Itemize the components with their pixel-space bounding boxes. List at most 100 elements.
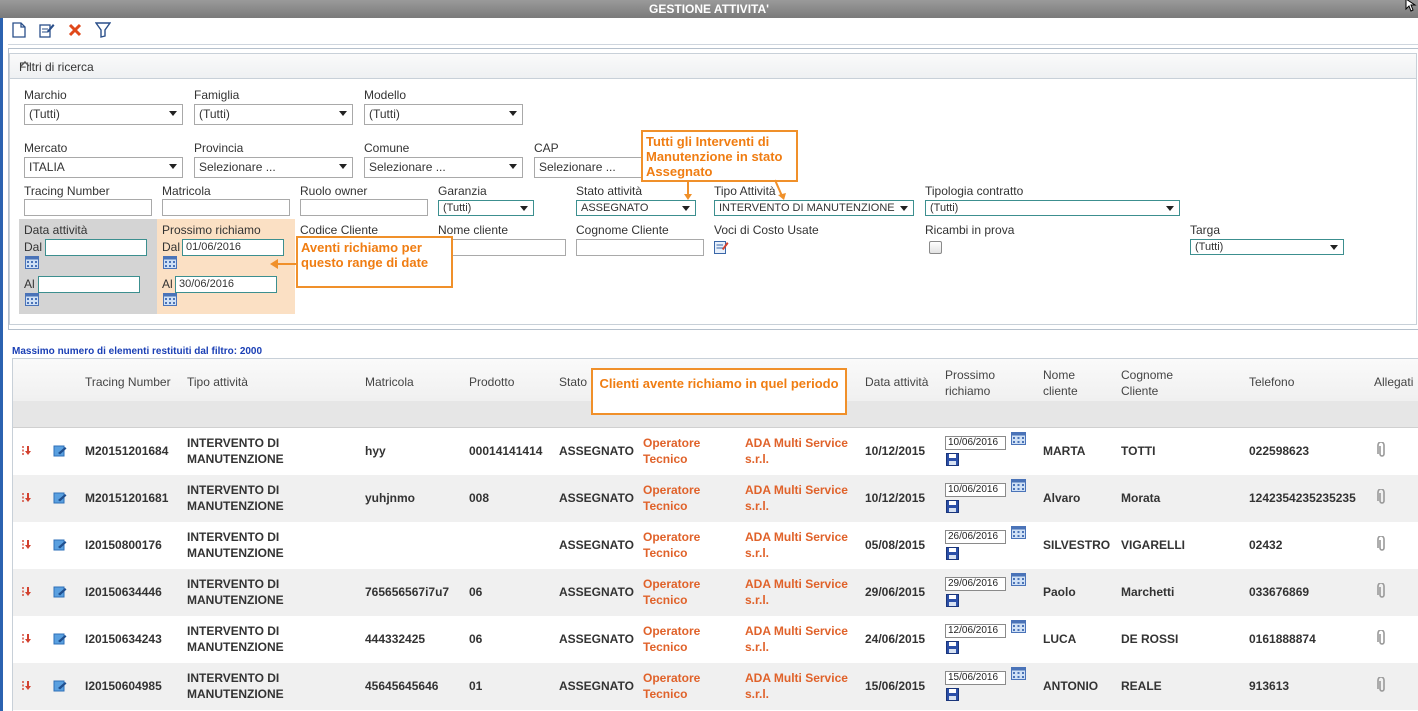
expand-arrow-icon[interactable] [21, 444, 37, 461]
save-icon[interactable] [946, 453, 959, 469]
col-allegati[interactable]: Allegati [1374, 374, 1413, 390]
prossimo-richiamo-dal-input[interactable]: 01/06/2016 [182, 239, 284, 256]
calendar-icon[interactable] [1011, 573, 1026, 589]
modello-select[interactable]: (Tutti) [364, 104, 523, 125]
col-tipo-attivita[interactable]: Tipo attività [187, 374, 248, 390]
matricola-input[interactable] [162, 199, 290, 216]
calendar-icon[interactable] [25, 293, 39, 306]
table-row[interactable]: I20150800176 INTERVENTO DI MANUTENZIONE A… [13, 522, 1418, 569]
filter-icon[interactable] [94, 21, 112, 39]
edit-document-icon[interactable] [38, 21, 56, 39]
expand-arrow-icon[interactable] [21, 632, 37, 649]
table-row[interactable]: I20150604985 INTERVENTO DI MANUTENZIONE 4… [13, 663, 1418, 710]
paperclip-icon[interactable] [1377, 676, 1387, 696]
tipologia-contratto-select[interactable]: (Tutti) [925, 200, 1180, 216]
col-cognome-line1: Cognome [1121, 368, 1174, 382]
richiamo-date-input[interactable]: 12/06/2016 [945, 624, 1006, 638]
col-nome-cliente[interactable]: Nome cliente [1043, 367, 1078, 399]
comune-select[interactable]: Selezionare ... [364, 157, 523, 178]
edit-note-icon[interactable] [53, 633, 67, 649]
col-prodotto[interactable]: Prodotto [469, 374, 514, 390]
filter-panel-header[interactable]: Filtri di ricerca [9, 53, 1417, 79]
tipo-attivita-select[interactable]: INTERVENTO DI MANUTENZIONE [714, 200, 914, 216]
prossimo-richiamo-al-label: Al [162, 277, 173, 291]
col-prossimo-richiamo[interactable]: Prossimo richiamo [945, 367, 995, 399]
expand-arrow-icon[interactable] [21, 491, 37, 508]
table-row[interactable]: M20151201684 INTERVENTO DI MANUTENZIONE h… [13, 428, 1418, 475]
col-tracing-number[interactable]: Tracing Number [85, 374, 171, 390]
edit-list-icon[interactable] [714, 239, 729, 254]
cell-data: 24/06/2015 [865, 632, 926, 646]
data-attivita-dal-input[interactable] [45, 239, 147, 256]
paperclip-icon[interactable] [1377, 629, 1387, 649]
calendar-icon[interactable] [25, 256, 39, 269]
mercato-select[interactable]: ITALIA [24, 157, 183, 178]
calendar-icon[interactable] [1011, 620, 1026, 636]
edit-note-icon[interactable] [53, 586, 67, 602]
table-row[interactable]: M20151201681 INTERVENTO DI MANUTENZIONE y… [13, 475, 1418, 522]
collapse-chevron-icon[interactable] [19, 58, 1408, 73]
nome-cliente-input[interactable] [438, 239, 566, 256]
richiamo-date-input[interactable]: 26/06/2016 [945, 530, 1006, 544]
prossimo-richiamo-al-input[interactable]: 30/06/2016 [175, 276, 277, 293]
provincia-select[interactable]: Selezionare ... [194, 157, 353, 178]
richiamo-date-input[interactable]: 29/06/2016 [945, 577, 1006, 591]
paperclip-icon[interactable] [1377, 582, 1387, 602]
cell-azienda-line1: ADA Multi Service [745, 530, 848, 544]
new-document-icon[interactable] [10, 21, 28, 39]
calendar-icon[interactable] [1011, 667, 1026, 683]
edit-note-icon[interactable] [53, 492, 67, 508]
tracing-number-input[interactable] [24, 199, 152, 216]
dropdown-arrow-icon [1330, 245, 1338, 250]
col-nome-line1: Nome [1043, 368, 1076, 382]
calendar-icon[interactable] [163, 256, 177, 269]
save-icon[interactable] [946, 500, 959, 516]
calendar-icon[interactable] [1011, 479, 1026, 495]
calendar-icon[interactable] [1011, 432, 1026, 448]
calendar-icon[interactable] [1011, 526, 1026, 542]
col-telefono[interactable]: Telefono [1249, 374, 1294, 390]
expand-arrow-icon[interactable] [21, 585, 37, 602]
voci-costo-label: Voci di Costo Usate [714, 223, 819, 237]
cell-azienda-line2: s.r.l. [745, 687, 770, 701]
paperclip-icon[interactable] [1377, 441, 1387, 461]
marchio-select[interactable]: (Tutti) [24, 104, 183, 125]
cognome-cliente-input[interactable] [576, 239, 704, 256]
edit-note-icon[interactable] [53, 539, 67, 555]
close-window-icon[interactable] [1404, 0, 1418, 12]
tipologia-contratto-label: Tipologia contratto [925, 184, 1024, 198]
paperclip-icon[interactable] [1377, 488, 1387, 508]
richiamo-date-input[interactable]: 15/06/2016 [945, 671, 1006, 685]
table-row[interactable]: I20150634446 INTERVENTO DI MANUTENZIONE 7… [13, 569, 1418, 616]
col-stato[interactable]: Stato [559, 374, 587, 390]
save-icon[interactable] [946, 641, 959, 657]
callout-richiamo: Aventi richiamo per questo range di date [296, 236, 453, 288]
stato-attivita-select[interactable]: ASSEGNATO [576, 200, 696, 216]
ricambi-prova-checkbox[interactable] [929, 241, 942, 254]
edit-note-icon[interactable] [53, 680, 67, 696]
cell-telefono: 022598623 [1249, 444, 1310, 458]
garanzia-select[interactable]: (Tutti) [438, 200, 534, 216]
expand-arrow-icon[interactable] [21, 538, 37, 555]
targa-select[interactable]: (Tutti) [1190, 239, 1344, 255]
edit-note-icon[interactable] [53, 445, 67, 461]
richiamo-date-input[interactable]: 10/06/2016 [945, 436, 1006, 450]
cell-ruolo-line1: Operatore [643, 577, 701, 591]
col-cognome-cliente[interactable]: Cognome Cliente [1121, 367, 1173, 399]
ruolo-owner-input[interactable] [300, 199, 428, 216]
save-icon[interactable] [946, 688, 959, 704]
famiglia-select[interactable]: (Tutti) [194, 104, 353, 125]
expand-arrow-icon[interactable] [21, 679, 37, 696]
paperclip-icon[interactable] [1377, 535, 1387, 555]
callout-richiamo-arrow [270, 259, 296, 269]
data-attivita-al-input[interactable] [38, 276, 140, 293]
delete-icon[interactable] [66, 21, 84, 39]
save-icon[interactable] [946, 594, 959, 610]
save-icon[interactable] [946, 547, 959, 563]
table-row[interactable]: I20150634243 INTERVENTO DI MANUTENZIONE 4… [13, 616, 1418, 663]
marchio-label: Marchio [24, 88, 67, 102]
calendar-icon[interactable] [163, 293, 177, 306]
col-data-attivita[interactable]: Data attività [865, 374, 928, 390]
col-matricola[interactable]: Matricola [365, 374, 414, 390]
richiamo-date-input[interactable]: 10/06/2016 [945, 483, 1006, 497]
